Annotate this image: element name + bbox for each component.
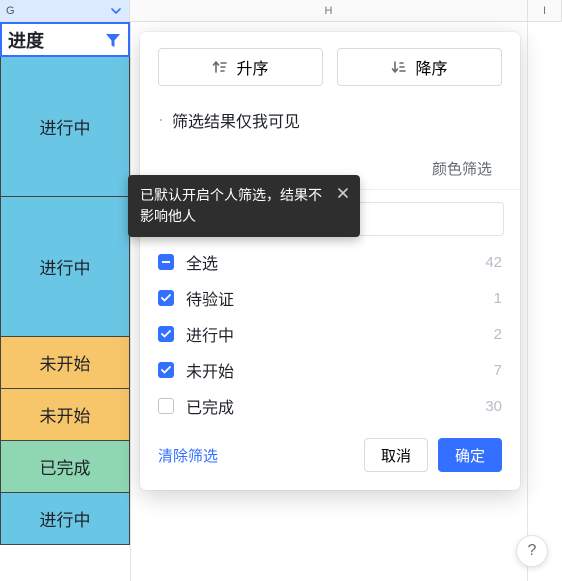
column-title-cell[interactable]: 进度 [0, 22, 130, 57]
col-header-g[interactable]: G [0, 0, 130, 22]
personal-filter-tooltip: 已默认开启个人筛选，结果不影响他人 [128, 175, 360, 237]
sort-desc-button[interactable]: 降序 [337, 48, 502, 86]
col-divider [527, 22, 528, 581]
only-me-checkbox[interactable] [160, 119, 162, 121]
status-column: 进度 进行中 进行中 未开始 未开始 已完成 进行中 [0, 22, 130, 581]
clear-filter-link[interactable]: 清除筛选 [158, 445, 354, 466]
checkbox-icon [158, 362, 174, 378]
cell[interactable]: 未开始 [0, 337, 130, 389]
option-todo[interactable]: 未开始 7 [158, 352, 502, 388]
col-header-h[interactable]: H [130, 0, 528, 22]
cell[interactable]: 未开始 [0, 389, 130, 441]
cancel-button[interactable]: 取消 [364, 438, 428, 472]
column-header-row: G H I [0, 0, 562, 22]
option-pending[interactable]: 待验证 1 [158, 280, 502, 316]
checkbox-icon [158, 398, 174, 414]
cell[interactable]: 进行中 [0, 57, 130, 197]
sort-row: 升序 降序 [140, 32, 520, 102]
filter-popover: 升序 降序 筛选结果仅我可见 按值筛选 颜色筛选 全选 42 待验证 1 进行中 [140, 32, 520, 490]
popover-footer: 清除筛选 取消 确定 [140, 424, 520, 490]
chevron-down-icon[interactable] [109, 5, 123, 17]
only-me-label: 筛选结果仅我可见 [172, 108, 300, 132]
help-button[interactable]: ? [516, 535, 548, 567]
option-done[interactable]: 已完成 30 [158, 388, 502, 424]
checkbox-icon [158, 326, 174, 342]
filter-options: 全选 42 待验证 1 进行中 2 未开始 7 已完成 30 [140, 244, 520, 424]
filter-icon[interactable] [104, 31, 122, 49]
cell[interactable]: 进行中 [0, 197, 130, 337]
option-doing[interactable]: 进行中 2 [158, 316, 502, 352]
sort-asc-button[interactable]: 升序 [158, 48, 323, 86]
only-me-row[interactable]: 筛选结果仅我可见 [140, 102, 520, 148]
tooltip-text: 已默认开启个人筛选，结果不影响他人 [140, 187, 322, 224]
column-title: 进度 [8, 27, 44, 53]
help-icon: ? [528, 542, 537, 560]
cell[interactable]: 已完成 [0, 441, 130, 493]
checkbox-icon [158, 290, 174, 306]
col-letter: G [6, 5, 15, 17]
close-icon[interactable] [336, 185, 352, 201]
cell[interactable]: 进行中 [0, 493, 130, 545]
col-header-i[interactable]: I [528, 0, 562, 22]
ok-button[interactable]: 确定 [438, 438, 502, 472]
checkbox-icon [158, 254, 174, 270]
option-all[interactable]: 全选 42 [158, 244, 502, 280]
tab-by-color[interactable]: 颜色筛选 [418, 148, 506, 189]
